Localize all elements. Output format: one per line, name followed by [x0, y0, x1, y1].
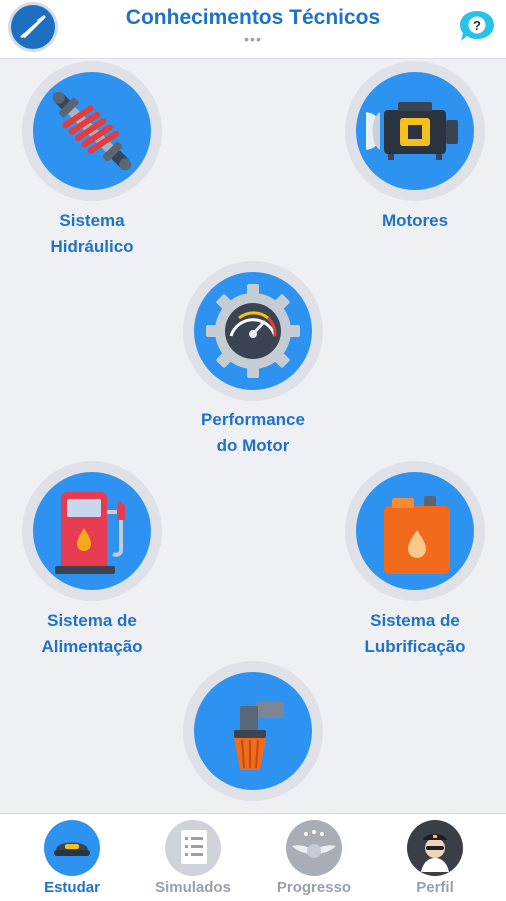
help-chat-icon[interactable]: ? — [458, 9, 496, 43]
topic-label-motores: Motores — [381, 211, 449, 230]
topic-label-sistema-de-lubrificacao: Sistema de Lubrificação — [364, 611, 466, 656]
tab-label-perfil: Perfil — [416, 879, 454, 896]
topic-sistema-de-alimentacao[interactable] — [22, 461, 162, 601]
topic-label-performance-do-motor: Performance do Motor — [201, 410, 305, 455]
exhaust-filter-icon — [194, 672, 312, 790]
page-title: Conhecimentos Técnicos — [125, 6, 381, 29]
tab-label-estudar: Estudar — [44, 879, 100, 896]
tab-progresso[interactable]: Progresso — [259, 814, 369, 901]
checklist-icon — [165, 820, 221, 876]
topic-sistema-de-lubrificacao[interactable] — [345, 461, 485, 601]
tab-perfil[interactable]: Perfil — [380, 814, 490, 901]
tab-label-progresso: Progresso — [276, 879, 352, 896]
tab-simulados[interactable]: Simulados — [138, 814, 248, 901]
help-glyph: ? — [473, 18, 481, 33]
tab-label-simulados: Simulados — [155, 879, 231, 896]
topic-sistema-hidraulico[interactable] — [22, 61, 162, 201]
pilot-avatar-icon — [407, 820, 463, 876]
fuel-pump-icon — [33, 472, 151, 590]
app-header: Conhecimentos Técnicos ••• ? — [0, 0, 506, 59]
oil-can-icon — [356, 472, 474, 590]
wings-badge-icon — [286, 820, 342, 876]
topic-label-sistema-de-alimentacao: Sistema de Alimentação — [41, 611, 143, 656]
more-dots-icon[interactable]: ••• — [0, 31, 506, 47]
engine-icon — [356, 72, 474, 190]
tab-estudar[interactable]: Estudar — [17, 814, 127, 901]
gear-gauge-icon — [194, 272, 312, 390]
bottom-tab-bar: Estudar Simulados Progresso Perfil — [0, 813, 506, 901]
topic-performance-do-motor[interactable] — [183, 261, 323, 401]
topic-motores[interactable] — [345, 61, 485, 201]
shock-absorber-icon — [33, 72, 151, 190]
topic-exhaust-filter[interactable] — [183, 661, 323, 801]
pilot-cap-icon — [44, 820, 100, 876]
topic-label-sistema-hidraulico: Sistema Hidráulico — [50, 211, 134, 256]
